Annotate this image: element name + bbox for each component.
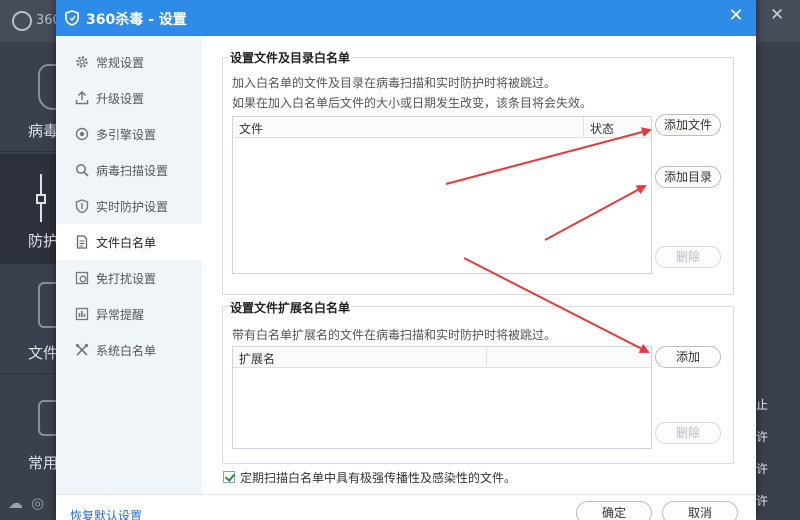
- app-logo-icon: [12, 11, 32, 31]
- background-sidebar-item-common[interactable]: 常用: [0, 374, 68, 484]
- restore-defaults-link[interactable]: 恢复默认设置: [70, 507, 142, 520]
- extension-whitelist-group-title: 设置文件扩展名白名单: [228, 299, 353, 316]
- background-sidebar-item-virus[interactable]: 病毒: [0, 42, 68, 152]
- nav-item-label: 常规设置: [96, 56, 145, 70]
- no-disturb-icon: [75, 271, 89, 285]
- dialog-footer: 恢复默认设置 确定 取消: [56, 494, 756, 520]
- ok-button[interactable]: 确定: [576, 501, 652, 520]
- nav-item-scan-settings[interactable]: 病毒扫描设置: [56, 152, 202, 188]
- background-sidebar-item-protect[interactable]: 防护: [0, 154, 60, 264]
- engine-icon: [75, 127, 89, 141]
- file-whitelist-table-header: 文件 状态: [233, 117, 651, 138]
- background-right-text: 许: [756, 494, 769, 508]
- nav-item-realtime-protect[interactable]: 实时防护设置: [56, 188, 202, 224]
- background-sidebar-label: 防护: [28, 232, 59, 250]
- cancel-button[interactable]: 取消: [662, 501, 738, 520]
- add-directory-button[interactable]: 添加目录: [655, 166, 721, 188]
- nav-item-system-whitelist[interactable]: 系统白名单: [56, 332, 202, 368]
- tools-icon: [75, 343, 89, 356]
- dialog-close-icon[interactable]: ✕: [724, 4, 748, 28]
- background-close-icon[interactable]: ✕: [770, 5, 784, 25]
- nav-item-multi-engine[interactable]: 多引擎设置: [56, 116, 202, 152]
- cloud-icon[interactable]: ☁◎: [8, 494, 52, 512]
- periodic-scan-checkbox[interactable]: [223, 471, 235, 483]
- nav-item-label: 升级设置: [96, 92, 145, 106]
- column-header-file[interactable]: 文件: [239, 120, 263, 137]
- background-right-text: 许: [756, 462, 769, 476]
- nav-item-label: 文件白名单: [96, 236, 157, 250]
- upload-icon: [75, 91, 89, 105]
- nav-item-label: 病毒扫描设置: [96, 164, 169, 178]
- nav-item-abnormal-alert[interactable]: 异常提醒: [56, 296, 202, 332]
- nav-item-label: 异常提醒: [96, 308, 145, 322]
- column-header-extension[interactable]: 扩展名: [239, 350, 275, 367]
- column-header-status[interactable]: 状态: [590, 120, 614, 137]
- nav-item-general[interactable]: 常规设置: [56, 44, 202, 80]
- shield-icon: [75, 199, 89, 213]
- add-file-button[interactable]: 添加文件: [655, 114, 721, 136]
- nav-item-label: 实时防护设置: [96, 200, 169, 214]
- nav-item-label: 多引擎设置: [96, 128, 157, 142]
- add-extension-button[interactable]: 添加: [655, 346, 721, 368]
- document-icon: [76, 235, 88, 249]
- extension-whitelist-desc: 带有白名单扩展名的文件在病毒扫描和实时防护时将被跳过。: [232, 328, 557, 342]
- delete-file-button[interactable]: 删除: [655, 246, 721, 268]
- nav-item-label: 免打扰设置: [96, 272, 157, 286]
- settings-content: 设置文件及目录白名单 加入白名单的文件及目录在病毒扫描和实时防护时将被跳过。 如…: [202, 36, 756, 494]
- background-right-text: 止: [756, 398, 769, 412]
- periodic-scan-label[interactable]: 定期扫描白名单中具有极强传播性及感染性的文件。: [240, 469, 516, 486]
- nav-item-upgrade[interactable]: 升级设置: [56, 80, 202, 116]
- bar-chart-icon: [75, 307, 89, 321]
- dialog-titlebar: 360杀毒 - 设置 ✕: [56, 0, 756, 36]
- background-sidebar: 病毒 防护 文件 常用: [0, 42, 68, 520]
- background-sidebar-label: 文件: [28, 344, 59, 362]
- nav-item-file-whitelist[interactable]: 文件白名单: [56, 224, 204, 260]
- gear-icon: [76, 56, 88, 68]
- background-sidebar-label: 病毒: [28, 122, 59, 140]
- file-whitelist-group-title: 设置文件及目录白名单: [228, 49, 353, 66]
- settings-nav: 常规设置 升级设置 多引擎设置 病毒扫描设置 实时防护设置 文件白名单 免打扰设…: [56, 36, 204, 494]
- extension-whitelist-table-header: 扩展名: [233, 347, 651, 368]
- shield-logo-icon: [65, 10, 79, 26]
- background-right-text: 许: [756, 430, 769, 444]
- background-sidebar-label: 常用: [28, 454, 59, 472]
- search-icon: [76, 164, 89, 177]
- file-whitelist-desc-1: 加入白名单的文件及目录在病毒扫描和实时防护时将被跳过。: [232, 76, 557, 90]
- background-sidebar-item-file[interactable]: 文件: [0, 264, 68, 374]
- extension-whitelist-table[interactable]: 扩展名: [232, 346, 652, 449]
- nav-item-no-disturb[interactable]: 免打扰设置: [56, 260, 202, 296]
- settings-dialog: 360杀毒 - 设置 ✕ 常规设置 升级设置 多引擎设置 病毒扫描设置 实时防护…: [56, 0, 756, 520]
- file-whitelist-desc-2: 如果在加入白名单后文件的大小或日期发生改变，该条目将会失效。: [232, 96, 593, 110]
- nav-item-label: 系统白名单: [96, 344, 157, 358]
- file-whitelist-table[interactable]: 文件 状态: [232, 116, 652, 274]
- dialog-title: 360杀毒 - 设置: [86, 12, 187, 28]
- delete-extension-button[interactable]: 删除: [655, 422, 721, 444]
